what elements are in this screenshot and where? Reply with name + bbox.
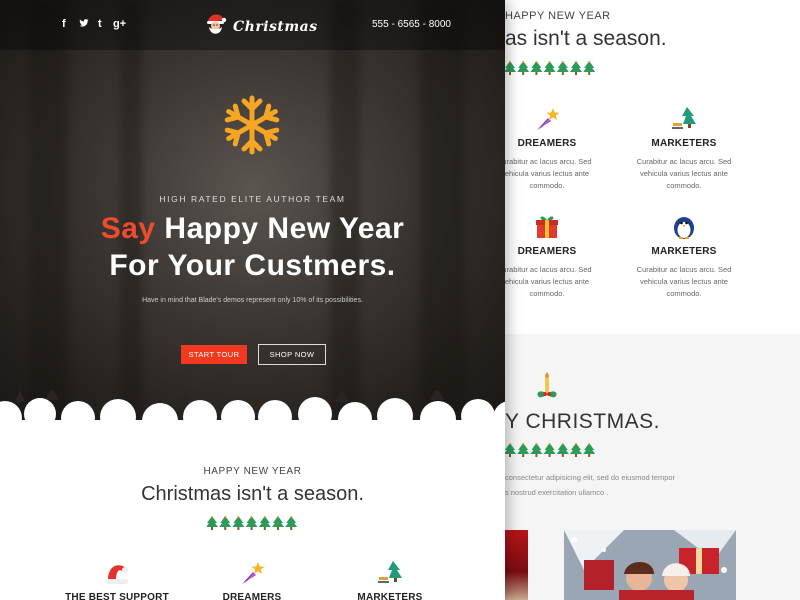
hero-section: f t g+ Christmas 555 - 6565 - 8000 HIGH …: [0, 0, 505, 420]
mini-tree-icon: [543, 60, 556, 75]
twitter-icon[interactable]: [79, 18, 89, 31]
top-navbar: f t g+ Christmas 555 - 6565 - 8000: [0, 0, 505, 50]
tumblr-icon[interactable]: t: [98, 18, 102, 30]
feature-dreamers: DREAMERS urabitur ac lacus arcu. Sed ehi…: [492, 106, 602, 192]
merry-christmas-text: consectetur adipisicing elit, sed do eiu…: [505, 473, 676, 497]
tree-divider-icon: [504, 60, 597, 80]
mini-tree-icon: [556, 442, 569, 457]
mini-tree-icon: [570, 442, 582, 457]
mini-tree-icon: [258, 515, 271, 530]
feature-marketers: MARKETERS: [335, 560, 445, 600]
feature-title: THE BEST SUPPORT: [65, 592, 169, 600]
shop-now-button[interactable]: SHOP NOW: [258, 344, 326, 365]
logo-text: Christmas: [233, 18, 318, 35]
feature-text: urabitur ac lacus arcu. Sed ehicula vari…: [502, 157, 592, 190]
section-title: as isn't a season.: [505, 27, 667, 50]
tree-sled-icon: [671, 106, 697, 132]
mini-tree-icon: [219, 515, 232, 530]
feature-title: MARKETERS: [357, 592, 423, 600]
mini-tree-icon: [504, 442, 516, 457]
section-kicker: HAPPY NEW YEAR: [505, 10, 611, 22]
feature-dreamers-2: DREAMERS urabitur ac lacus arcu. Sed ehi…: [492, 214, 602, 300]
santa-hat-icon: [104, 560, 130, 586]
front-page-preview: f t g+ Christmas 555 - 6565 - 8000 HIGH …: [0, 0, 505, 600]
gift-box-icon: [534, 214, 560, 240]
mini-tree-icon: [570, 60, 582, 75]
feature-dreamers: DREAMERS: [197, 560, 307, 600]
mini-tree-icon: [206, 515, 218, 530]
mini-tree-icon: [245, 515, 258, 530]
cloud-divider: [0, 390, 505, 430]
mini-tree-icon: [556, 60, 569, 75]
candle-holly-icon: [533, 372, 561, 405]
start-tour-button[interactable]: START TOUR: [181, 345, 247, 364]
mini-tree-icon: [543, 442, 556, 457]
feature-support: THE BEST SUPPORT: [62, 560, 172, 600]
feature-title: DREAMERS: [222, 592, 282, 600]
hero-title-accent: Say: [100, 212, 156, 245]
mini-tree-icon: [517, 442, 530, 457]
mini-tree-icon: [530, 442, 543, 457]
mini-tree-icon: [504, 60, 516, 75]
hero-title: Say Happy New Year For Your Custmers.: [100, 212, 405, 282]
snowflake-icon: [223, 94, 281, 161]
mini-tree-icon: [517, 60, 530, 75]
page-stage: HAPPY NEW YEAR as isn't a season. DREAME…: [0, 0, 800, 600]
tree-sled-icon: [377, 560, 403, 586]
feature-title: DREAMERS: [517, 246, 577, 257]
shooting-star-icon: [534, 106, 560, 132]
shooting-star-icon: [239, 560, 265, 586]
feature-title: MARKETERS: [651, 138, 717, 149]
section-title: Christmas isn't a season.: [141, 483, 364, 505]
santa-face-icon: [205, 12, 227, 41]
tree-divider-icon: [504, 442, 597, 462]
feature-title: DREAMERS: [517, 138, 577, 149]
logo[interactable]: Christmas: [205, 12, 318, 41]
feature-marketers-2: MARKETERS Curabitur ac lacus arcu. Sed v…: [629, 214, 739, 300]
mini-tree-icon: [530, 60, 543, 75]
mini-tree-icon: [583, 60, 596, 75]
gallery-photo[interactable]: [505, 530, 528, 600]
hero-kicker: HIGH RATED ELITE AUTHOR TEAM: [159, 194, 346, 204]
mini-tree-icon: [232, 515, 245, 530]
merry-christmas-title: Y CHRISTMAS.: [505, 410, 660, 433]
feature-text: Curabitur ac lacus arcu. Sed vehicula va…: [636, 157, 732, 190]
section-kicker: HAPPY NEW YEAR: [203, 466, 302, 477]
mini-tree-icon: [272, 515, 284, 530]
feature-text: urabitur ac lacus arcu. Sed ehicula vari…: [502, 265, 592, 298]
hero-subtitle: Have in mind that Blade's demos represen…: [142, 297, 363, 304]
phone-number: 555 - 6565 - 8000: [372, 19, 451, 30]
facebook-icon[interactable]: f: [62, 18, 66, 30]
penguin-icon: [671, 214, 697, 240]
feature-text: Curabitur ac lacus arcu. Sed vehicula va…: [636, 265, 732, 298]
mini-tree-icon: [583, 442, 596, 457]
gallery-photo-kids[interactable]: [564, 530, 736, 600]
mini-tree-icon: [285, 515, 298, 530]
feature-title: MARKETERS: [651, 246, 717, 257]
tree-divider-icon: [206, 515, 299, 535]
feature-marketers: MARKETERS Curabitur ac lacus arcu. Sed v…: [629, 106, 739, 192]
google-plus-icon[interactable]: g+: [113, 18, 126, 30]
